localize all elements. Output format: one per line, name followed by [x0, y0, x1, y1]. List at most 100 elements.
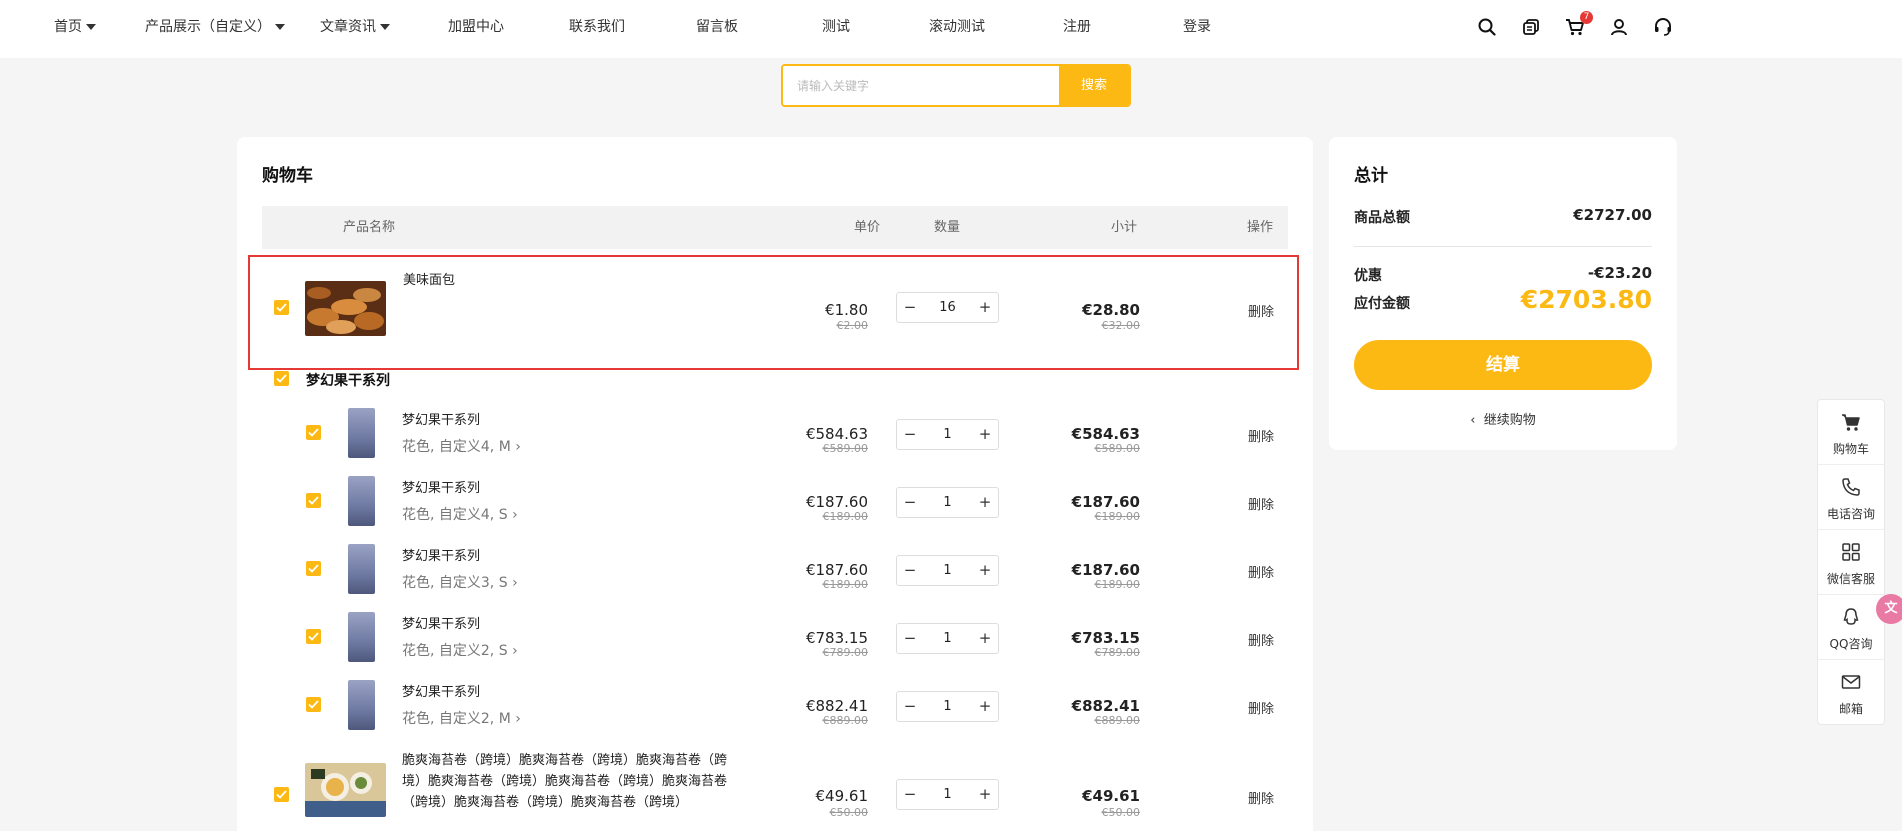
increase-button[interactable]: +	[972, 293, 998, 322]
spec-text: 花色, 自定义4, S	[402, 507, 508, 523]
delete-button[interactable]: 删除	[1248, 301, 1274, 320]
item-checkbox[interactable]	[274, 787, 289, 802]
delete-button[interactable]: 删除	[1248, 630, 1274, 649]
spec-text: 花色, 自定义2, S	[402, 643, 508, 659]
float-qq[interactable]: QQ咨询	[1818, 595, 1884, 660]
increase-button[interactable]: +	[972, 556, 998, 585]
original-price: €889.00	[822, 714, 869, 727]
product-name[interactable]: 脆爽海苔卷（跨境）脆爽海苔卷（跨境）脆爽海苔卷（跨境）脆爽海苔卷（跨境）脆爽海苔…	[402, 750, 732, 813]
nav-item-register[interactable]: 注册	[1063, 0, 1091, 54]
translate-icon[interactable]: 文	[1876, 594, 1902, 624]
nav-item-scroll-test[interactable]: 滚动测试	[929, 0, 985, 54]
increase-button[interactable]: +	[972, 624, 998, 653]
quantity-value[interactable]: 1	[923, 420, 972, 449]
product-name[interactable]: 梦幻果干系列	[402, 478, 602, 499]
decrease-button[interactable]: −	[897, 692, 923, 721]
layers-icon[interactable]	[1519, 15, 1543, 39]
group-title: 梦幻果干系列	[306, 373, 390, 389]
search-button[interactable]: 搜索	[1059, 66, 1129, 105]
decrease-button[interactable]: −	[897, 293, 923, 322]
product-thumbnail[interactable]	[348, 612, 375, 662]
search-icon[interactable]	[1475, 15, 1499, 39]
quantity-value[interactable]: 1	[923, 780, 972, 809]
quantity-value[interactable]: 1	[923, 692, 972, 721]
seaweed-roll-thumbnail[interactable]	[305, 763, 386, 817]
item-checkbox[interactable]	[306, 425, 321, 440]
bread-thumbnail[interactable]	[305, 281, 386, 336]
nav-item-home[interactable]: 首页	[54, 0, 96, 54]
item-checkbox[interactable]	[306, 493, 321, 508]
increase-button[interactable]: +	[972, 780, 998, 809]
quantity-value[interactable]: 1	[923, 624, 972, 653]
col-action: 操作	[1247, 220, 1274, 235]
decrease-button[interactable]: −	[897, 488, 923, 517]
caret-down-icon	[86, 24, 96, 30]
group-checkbox[interactable]	[274, 371, 289, 386]
chevron-right-icon: ›	[515, 439, 521, 455]
product-name[interactable]: 梦幻果干系列	[402, 614, 602, 635]
goods-total-value: €2727.00	[1573, 206, 1652, 224]
delete-button[interactable]: 删除	[1248, 494, 1274, 513]
nav-item-join[interactable]: 加盟中心	[448, 0, 504, 54]
unit-price: €584.63	[805, 425, 868, 443]
product-thumbnail[interactable]	[348, 476, 375, 526]
decrease-button[interactable]: −	[897, 420, 923, 449]
quantity-value[interactable]: 16	[923, 293, 972, 322]
nav-item-products[interactable]: 产品展示（自定义）	[145, 0, 285, 54]
original-subtotal: €589.00	[1094, 442, 1141, 455]
original-price: €2.00	[836, 319, 869, 332]
float-phone[interactable]: 电话咨询	[1818, 465, 1884, 530]
quantity-value[interactable]: 1	[923, 488, 972, 517]
increase-button[interactable]: +	[972, 692, 998, 721]
item-checkbox[interactable]	[306, 697, 321, 712]
product-thumbnail[interactable]	[348, 680, 375, 730]
product-name[interactable]: 梦幻果干系列	[402, 546, 602, 567]
product-spec[interactable]: 花色, 自定义3, S ›	[402, 572, 518, 592]
product-spec[interactable]: 花色, 自定义4, M ›	[402, 436, 521, 456]
goods-total-label: 商品总额	[1354, 210, 1410, 226]
delete-button[interactable]: 删除	[1248, 788, 1274, 807]
nav-item-articles[interactable]: 文章资讯	[320, 0, 390, 54]
product-name[interactable]: 梦幻果干系列	[402, 410, 602, 431]
decrease-button[interactable]: −	[897, 556, 923, 585]
quantity-value[interactable]: 1	[923, 556, 972, 585]
increase-button[interactable]: +	[972, 420, 998, 449]
product-name[interactable]: 美味面包	[403, 270, 603, 291]
quantity-stepper: −1 +	[896, 691, 999, 722]
continue-shopping-link[interactable]: ‹ 继续购物	[1329, 409, 1677, 428]
original-price: €189.00	[822, 510, 869, 523]
subtotal: €187.60	[1071, 561, 1140, 579]
summary-divider	[1354, 246, 1652, 247]
nav-item-guestbook[interactable]: 留言板	[696, 0, 738, 54]
user-icon[interactable]	[1607, 15, 1631, 39]
nav-item-test[interactable]: 测试	[822, 0, 850, 54]
search-input[interactable]	[783, 66, 1061, 105]
delete-button[interactable]: 删除	[1248, 426, 1274, 445]
headset-icon[interactable]	[1651, 15, 1675, 39]
chevron-left-icon: ‹	[1470, 413, 1476, 428]
nav-item-contact[interactable]: 联系我们	[569, 0, 625, 54]
product-spec[interactable]: 花色, 自定义2, S ›	[402, 640, 518, 660]
summary-panel: 总计 商品总额 €2727.00 优惠 -€23.20 应付金额 €2703.8…	[1329, 137, 1677, 450]
product-name[interactable]: 梦幻果干系列	[402, 682, 602, 703]
product-thumbnail[interactable]	[348, 408, 375, 458]
product-thumbnail[interactable]	[348, 544, 375, 594]
chevron-right-icon: ›	[512, 575, 518, 591]
decrease-button[interactable]: −	[897, 624, 923, 653]
item-checkbox[interactable]	[306, 561, 321, 576]
decrease-button[interactable]: −	[897, 780, 923, 809]
product-spec[interactable]: 花色, 自定义2, M ›	[402, 708, 521, 728]
cart-icon[interactable]: 7	[1563, 11, 1593, 39]
delete-button[interactable]: 删除	[1248, 698, 1274, 717]
nav-item-login[interactable]: 登录	[1183, 0, 1211, 54]
float-wechat[interactable]: 微信客服	[1818, 530, 1884, 595]
float-mail[interactable]: 邮箱	[1818, 660, 1884, 725]
float-cart[interactable]: 购物车	[1818, 400, 1884, 465]
increase-button[interactable]: +	[972, 488, 998, 517]
product-spec[interactable]: 花色, 自定义4, S ›	[402, 504, 518, 524]
checkout-button[interactable]: 结算	[1354, 340, 1652, 390]
item-checkbox[interactable]	[306, 629, 321, 644]
delete-button[interactable]: 删除	[1248, 562, 1274, 581]
cart-count-badge: 7	[1580, 11, 1593, 24]
item-checkbox[interactable]	[274, 300, 289, 315]
